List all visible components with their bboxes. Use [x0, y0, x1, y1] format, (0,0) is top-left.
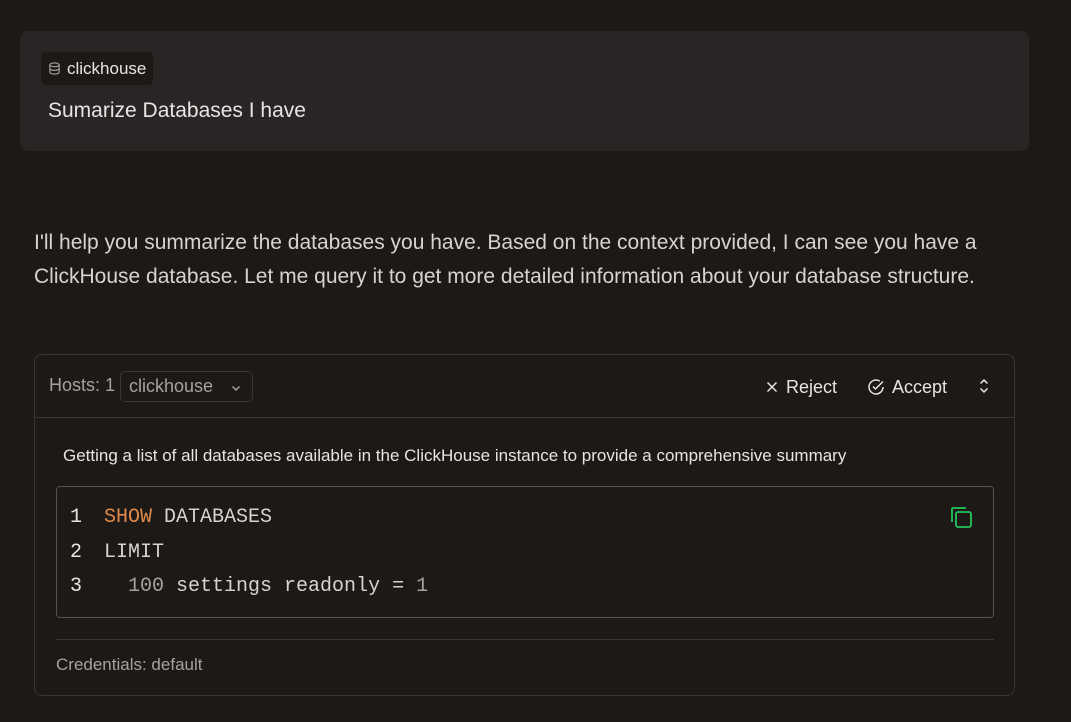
- copy-icon[interactable]: [947, 503, 975, 531]
- assistant-message-text: I'll help you summarize the databases yo…: [34, 231, 977, 288]
- sql-text: settings readonly =: [164, 574, 417, 598]
- context-chip-label: clickhouse: [67, 58, 147, 78]
- sql-indent: [104, 575, 128, 598]
- user-message: clickhouse Sumarize Databases I have: [20, 31, 1029, 151]
- sql-text: LIMIT: [104, 540, 165, 564]
- accept-label: Accept: [892, 376, 948, 397]
- database-icon: [49, 62, 60, 75]
- chat-view: clickhouse Sumarize Databases I have I'l…: [0, 0, 1071, 722]
- code-line: 1 SHOW DATABASES: [70, 503, 272, 531]
- chevrons-up-down-icon[interactable]: [977, 377, 991, 395]
- sql-code-block: 1 SHOW DATABASES 2 LIMIT 3 100 settings re…: [56, 486, 994, 618]
- divider: [56, 639, 994, 640]
- sql-text: DATABASES: [152, 505, 273, 529]
- reject-label: Reject: [786, 376, 838, 397]
- code-line: 2 LIMIT: [70, 538, 164, 566]
- code-line: 3 100 settings readonly = 1: [70, 572, 428, 600]
- close-icon: [766, 381, 778, 393]
- sql-number: 1: [416, 574, 429, 598]
- credentials-label: Credentials: default: [56, 655, 203, 674]
- chevron-down-icon: [231, 385, 241, 392]
- sql-number: 100: [128, 574, 165, 598]
- host-select[interactable]: clickhouse: [120, 371, 253, 402]
- line-number: 1: [70, 505, 83, 529]
- host-select-value: clickhouse: [129, 376, 214, 396]
- line-number: 2: [70, 540, 83, 564]
- check-circle-icon: [868, 379, 884, 395]
- sql-keyword: SHOW: [104, 505, 153, 529]
- accept-button[interactable]: Accept: [867, 373, 947, 401]
- reject-button[interactable]: Reject: [765, 373, 837, 401]
- tool-description: Getting a list of all databases availabl…: [63, 446, 847, 465]
- context-chip[interactable]: clickhouse: [41, 52, 154, 85]
- user-message-text: Sumarize Databases I have: [48, 99, 306, 122]
- tool-call-card: Hosts: 1 clickhouse Reject Accept Gettin…: [34, 354, 1015, 696]
- line-number: 3: [70, 574, 83, 598]
- tool-card-header: Hosts: 1 clickhouse Reject Accept: [35, 355, 1014, 418]
- hosts-label: Hosts: 1: [49, 375, 116, 395]
